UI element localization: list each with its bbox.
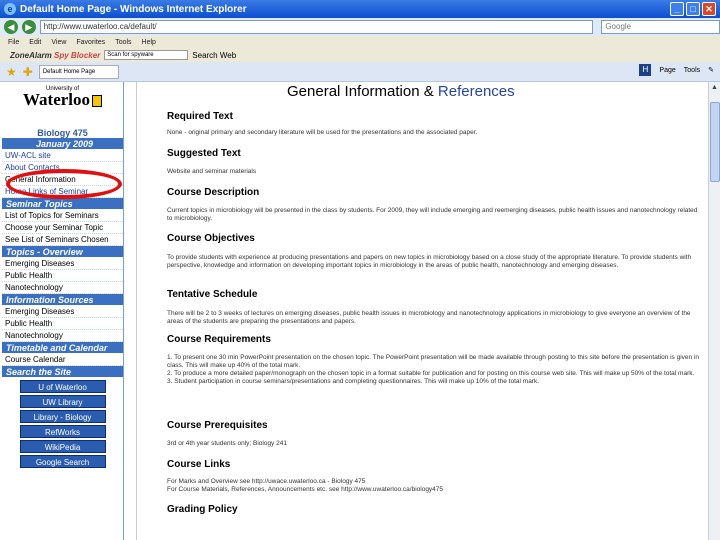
search-button-uw[interactable]: U of Waterloo: [19, 380, 106, 393]
maximize-icon[interactable]: □: [686, 2, 700, 16]
window-controls: _ □ ✕: [670, 2, 716, 16]
section-body: For Marks and Overview see http://uwace.…: [167, 478, 444, 493]
favorites-star-icon[interactable]: ★: [6, 65, 17, 79]
info-header: Information Sources: [2, 294, 123, 306]
zonealarm-logo: ZoneAlarm Spy Blocker: [10, 50, 101, 60]
section-heading: Tentative Schedule: [167, 289, 258, 300]
sidebar-link-nanotechnology[interactable]: Nanotechnology: [2, 282, 123, 294]
main-content: General Information & References Require…: [136, 82, 708, 540]
menu-favorites[interactable]: Favorites: [76, 39, 105, 46]
section-body: 3rd or 4th year students only; Biology 2…: [167, 440, 287, 447]
section-heading: Grading Policy: [167, 504, 238, 515]
page-title: General Information & References: [287, 83, 515, 100]
search-header: Search the Site: [2, 366, 123, 378]
address-input[interactable]: http://www.uwaterloo.ca/default/: [39, 20, 594, 34]
seminar-header: Seminar Topics: [2, 198, 123, 210]
menu-edit[interactable]: Edit: [29, 39, 41, 46]
section-heading: Course Requirements: [167, 334, 271, 345]
close-icon[interactable]: ✕: [702, 2, 716, 16]
scroll-thumb[interactable]: [710, 102, 720, 182]
section-body: Current topics in microbiology will be p…: [167, 207, 698, 222]
section-heading: Course Objectives: [167, 233, 255, 244]
search-input[interactable]: Google: [601, 20, 720, 34]
section-heading: Course Description: [167, 187, 260, 198]
search-button-biology-library[interactable]: Library - Biology: [19, 410, 106, 423]
zonealarm-toolbar: ZoneAlarm Spy Blocker Scan for spyware S…: [0, 48, 720, 62]
section-heading: Required Text: [167, 111, 233, 122]
menu-file[interactable]: File: [8, 39, 19, 46]
sidebar: University of Waterloo Biology 475 Janua…: [2, 82, 124, 540]
search-button-google[interactable]: Google Search: [19, 455, 106, 468]
uw-logo: University of Waterloo: [2, 82, 123, 128]
browser-title-bar: e Default Home Page - Windows Internet E…: [0, 0, 720, 18]
home-icon[interactable]: H: [639, 64, 652, 76]
page-content: University of Waterloo Biology 475 Janua…: [0, 82, 720, 540]
command-bar: H Page Tools ✎: [639, 64, 714, 76]
overview-header: Topics - Overview: [2, 246, 123, 258]
course-name: Biology 475: [37, 128, 88, 138]
sidebar-link-emerging-diseases[interactable]: Emerging Diseases: [2, 258, 123, 270]
menu-view[interactable]: View: [51, 39, 66, 46]
highlight-circle: [6, 169, 122, 199]
search-button-wikipedia[interactable]: WikiPedia: [19, 440, 106, 453]
address-bar-row: ◀ ▶ http://www.uwaterloo.ca/default/ Goo…: [0, 18, 720, 36]
section-body: To provide students with experience at p…: [167, 254, 692, 269]
search-button-refworks[interactable]: RefWorks: [19, 425, 106, 438]
section-heading: Suggested Text: [167, 148, 241, 159]
minimize-icon[interactable]: _: [670, 2, 684, 16]
section-body: None - original primary and secondary li…: [167, 129, 478, 136]
sidebar-link-info-public-health[interactable]: Public Health: [2, 318, 123, 330]
sidebar-link-info-emerging[interactable]: Emerging Diseases: [2, 306, 123, 318]
vertical-scrollbar[interactable]: ▲: [708, 82, 720, 540]
menu-tools[interactable]: Tools: [115, 39, 131, 46]
forward-icon[interactable]: ▶: [21, 20, 36, 34]
sidebar-link-course-calendar[interactable]: Course Calendar: [2, 354, 123, 366]
sidebar-link-topics-list[interactable]: List of Topics for Seminars: [2, 210, 123, 222]
timetable-header: Timetable and Calendar: [2, 342, 123, 354]
sidebar-link-choose-topic[interactable]: Choose your Seminar Topic: [2, 222, 123, 234]
search-button-library[interactable]: UW Library: [19, 395, 106, 408]
menu-help[interactable]: Help: [142, 39, 156, 46]
tools-menu[interactable]: Tools: [684, 67, 700, 74]
zonealarm-scan-field[interactable]: Scan for spyware: [104, 50, 189, 60]
section-body: There will be 2 to 3 weeks of lectures o…: [167, 310, 691, 325]
sidebar-link-seminars-chosen[interactable]: See List of Seminars Chosen: [2, 234, 123, 246]
sidebar-link-uwace[interactable]: UW-ACL site: [2, 150, 123, 162]
section-heading: Course Links: [167, 459, 231, 470]
course-term: January 2009: [2, 138, 123, 150]
favorites-bar: ★ ✚ Default Home Page: [0, 62, 720, 82]
ie-logo-icon: e: [4, 3, 16, 15]
add-favorite-icon[interactable]: ✚: [23, 65, 33, 79]
sidebar-link-info-nanotech[interactable]: Nanotechnology: [2, 330, 123, 342]
scroll-up-icon[interactable]: ▲: [709, 82, 720, 94]
logo-name: Waterloo: [2, 91, 123, 108]
sidebar-link-public-health[interactable]: Public Health: [2, 270, 123, 282]
section-body: 1. To present one 30 min PowerPoint pres…: [167, 354, 700, 385]
zonealarm-search-label[interactable]: Search Web: [192, 51, 236, 60]
section-heading: Course Prerequisites: [167, 420, 268, 431]
menu-bar: File Edit View Favorites Tools Help: [0, 36, 720, 48]
back-icon[interactable]: ◀: [4, 20, 18, 34]
browser-tab[interactable]: Default Home Page: [38, 64, 119, 79]
crest-icon: [92, 95, 103, 108]
research-icon[interactable]: ✎: [708, 66, 714, 74]
section-body: Website and seminar materials: [167, 168, 257, 175]
page-menu[interactable]: Page: [659, 67, 675, 74]
window-title: Default Home Page - Windows Internet Exp…: [20, 3, 247, 15]
